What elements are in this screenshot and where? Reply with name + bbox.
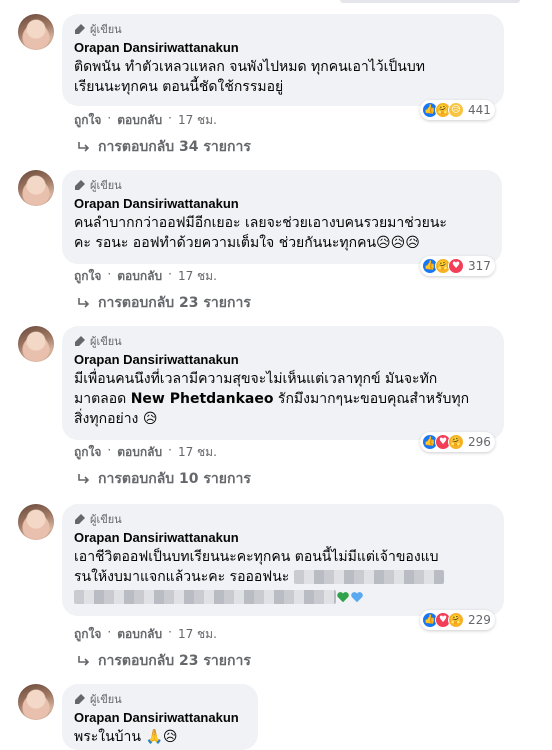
timestamp[interactable]: 17 ชม. bbox=[178, 267, 217, 286]
avatar[interactable] bbox=[18, 504, 54, 540]
avatar[interactable] bbox=[18, 14, 54, 50]
reaction-summary[interactable]: 👍 ♥ 🤗 296 bbox=[420, 432, 495, 452]
comment-author[interactable]: Orapan Dansiriwattanakun bbox=[74, 710, 246, 725]
green-heart-icon bbox=[337, 592, 349, 603]
author-badge: ผู้เขียน bbox=[74, 21, 492, 37]
author-badge-icon bbox=[75, 336, 85, 346]
like-button[interactable]: ถูกใจ bbox=[74, 625, 101, 644]
comment-author[interactable]: Orapan Dansiriwattanakun bbox=[74, 40, 492, 55]
author-badge: ผู้เขียน bbox=[74, 177, 490, 193]
author-badge-icon bbox=[75, 24, 85, 34]
care-icon: 🤗 bbox=[448, 612, 464, 628]
reply-arrow-icon bbox=[78, 298, 90, 308]
comment-text: มีเพื่อนคนนึงที่เวลามีความสุขจะไม่เห็นแต… bbox=[74, 371, 470, 427]
view-replies-button[interactable]: การตอบกลับ 23 รายการ bbox=[76, 292, 251, 314]
comment-text: คนลำบากกว่าออฟมีอีกเยอะ เลยจะช่วยเอางบคน… bbox=[74, 215, 447, 251]
reaction-summary[interactable]: 👍 🤗 ♥ 317 bbox=[420, 256, 495, 276]
sad-icon: 😥 bbox=[448, 102, 464, 118]
avatar[interactable] bbox=[18, 684, 54, 720]
view-replies-button[interactable]: การตอบกลับ 23 รายการ bbox=[76, 650, 251, 672]
reply-button[interactable]: ตอบกลับ bbox=[117, 625, 162, 644]
like-button[interactable]: ถูกใจ bbox=[74, 267, 101, 286]
comment-author[interactable]: Orapan Dansiriwattanakun bbox=[74, 196, 490, 211]
reply-arrow-icon bbox=[78, 656, 90, 666]
view-replies-button[interactable]: การตอบกลับ 34 รายการ bbox=[76, 136, 251, 158]
reaction-count: 229 bbox=[468, 613, 491, 627]
timestamp[interactable]: 17 ชม. bbox=[178, 443, 217, 462]
author-badge-icon bbox=[75, 180, 85, 190]
comment-actions: ถูกใจ · ตอบกลับ · 17 ชม. bbox=[74, 443, 217, 462]
avatar[interactable] bbox=[18, 326, 54, 362]
comment-bubble: ผู้เขียน Orapan Dansiriwattanakun มีเพื่… bbox=[62, 326, 504, 440]
author-badge: ผู้เขียน bbox=[74, 691, 246, 707]
like-button[interactable]: ถูกใจ bbox=[74, 443, 101, 462]
comment-text: พระในบ้าน 🙏😥 bbox=[74, 729, 178, 745]
comment-actions: ถูกใจ · ตอบกลับ · 17 ชม. bbox=[74, 625, 217, 644]
love-icon: ♥ bbox=[448, 258, 464, 274]
comment-bubble: ผู้เขียน Orapan Dansiriwattanakun พระในบ… bbox=[62, 684, 258, 750]
like-button[interactable]: ถูกใจ bbox=[74, 111, 101, 130]
reply-arrow-icon bbox=[78, 474, 90, 484]
comment-author[interactable]: Orapan Dansiriwattanakun bbox=[74, 352, 492, 367]
reply-button[interactable]: ตอบกลับ bbox=[117, 111, 162, 130]
comment-author[interactable]: Orapan Dansiriwattanakun bbox=[74, 530, 492, 545]
comment-actions: ถูกใจ · ตอบกลับ · 17 ชม. bbox=[74, 267, 217, 286]
author-badge-icon bbox=[75, 514, 85, 524]
reply-arrow-icon bbox=[78, 142, 90, 152]
reaction-count: 317 bbox=[468, 259, 491, 273]
comment-text: ติดพนัน ทำตัวเหลวแหลก จนพังไปหมด ทุกคนเอ… bbox=[74, 59, 425, 95]
timestamp[interactable]: 17 ชม. bbox=[178, 625, 217, 644]
comment-text: เอาชีวิตออฟเป็นบทเรียนนะคะทุกคน ตอนนี้ไม… bbox=[74, 547, 492, 607]
blurred-text bbox=[293, 570, 444, 584]
reply-button[interactable]: ตอบกลับ bbox=[117, 443, 162, 462]
reaction-summary[interactable]: 👍 ♥ 🤗 229 bbox=[420, 610, 495, 630]
author-badge-icon bbox=[75, 694, 85, 704]
mention-link[interactable]: New Phetdankaeo bbox=[131, 391, 274, 407]
reaction-count: 296 bbox=[468, 435, 491, 449]
view-replies-button[interactable]: การตอบกลับ 10 รายการ bbox=[76, 468, 251, 490]
blue-heart-icon bbox=[351, 592, 363, 603]
blurred-text bbox=[74, 590, 336, 604]
comment-bubble: ผู้เขียน Orapan Dansiriwattanakun ติดพนั… bbox=[62, 14, 504, 106]
care-icon: 🤗 bbox=[448, 434, 464, 450]
author-badge: ผู้เขียน bbox=[74, 511, 492, 527]
timestamp[interactable]: 17 ชม. bbox=[178, 111, 217, 130]
reaction-count: 441 bbox=[468, 103, 491, 117]
comment-bubble: ผู้เขียน Orapan Dansiriwattanakun เอาชีว… bbox=[62, 504, 504, 616]
reply-button[interactable]: ตอบกลับ bbox=[117, 267, 162, 286]
reaction-summary[interactable]: 👍 🤗 😥 441 bbox=[420, 100, 495, 120]
author-badge: ผู้เขียน bbox=[74, 333, 492, 349]
divider bbox=[340, 0, 520, 3]
comment-actions: ถูกใจ · ตอบกลับ · 17 ชม. bbox=[74, 111, 217, 130]
comment-bubble: ผู้เขียน Orapan Dansiriwattanakun คนลำบา… bbox=[62, 170, 502, 264]
avatar[interactable] bbox=[18, 170, 54, 206]
